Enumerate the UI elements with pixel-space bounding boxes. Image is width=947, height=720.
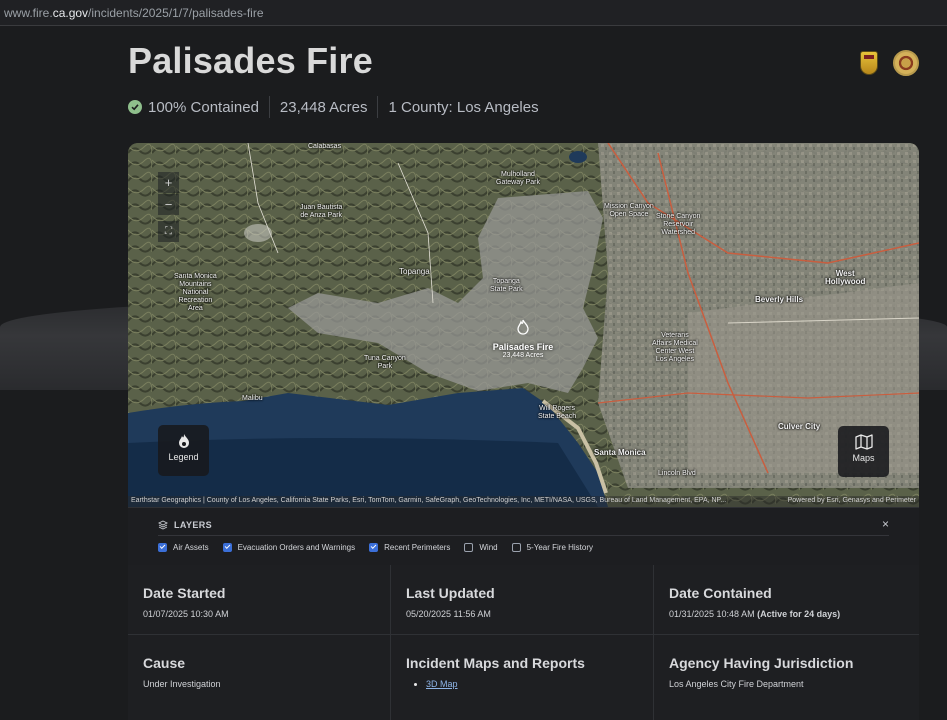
checkbox-recent-perimeters[interactable] xyxy=(369,543,379,552)
zoom-out-button[interactable]: − xyxy=(158,194,179,215)
maps-reports-cell: Incident Maps and Reports 3D Map xyxy=(391,635,654,720)
map-label: Culver City xyxy=(778,422,821,431)
maps-reports-list: 3D Map xyxy=(406,679,638,689)
url-text[interactable]: www.fire.ca.gov/incidents/2025/1/7/palis… xyxy=(4,6,264,20)
checkbox-wind[interactable] xyxy=(464,543,474,552)
agency-label: Agency Having Jurisdiction xyxy=(669,655,854,671)
layer-option-evacuation[interactable]: Evacuation Orders and Warnings xyxy=(222,543,356,552)
zoom-in-button[interactable]: + xyxy=(158,172,179,193)
incident-map[interactable]: Calabasas Mulholland Gateway Park Juan B… xyxy=(128,143,919,507)
map-label: Topanga xyxy=(399,267,430,276)
zoom-controls: + − ⛶ xyxy=(158,172,179,243)
flame-icon xyxy=(517,319,529,335)
layer-label: 5-Year Fire History xyxy=(526,543,593,552)
layer-label: Wind xyxy=(479,543,498,552)
map-label: Santa Monica xyxy=(594,448,646,457)
map-label: Lincoln Blvd xyxy=(658,470,696,477)
last-updated-value: 05/20/2025 11:56 AM xyxy=(406,609,491,619)
date-contained-label: Date Contained xyxy=(669,585,772,601)
checkbox-evacuation[interactable] xyxy=(222,543,232,552)
map-label: Calabasas xyxy=(308,143,342,150)
layer-label: Recent Perimeters xyxy=(384,543,451,552)
map-label: Santa Monica Mountains National Recreati… xyxy=(174,273,217,312)
maps-label: Maps xyxy=(852,453,875,463)
layers-title: LAYERS xyxy=(174,520,213,530)
stat-divider xyxy=(268,96,270,118)
map-label: Mission Canyon Open Space xyxy=(604,203,654,218)
list-item: 3D Map xyxy=(426,679,638,689)
maps-button[interactable]: Maps xyxy=(838,426,889,477)
incident-details: Date Started 01/07/2025 10:30 AM Last Up… xyxy=(128,565,919,720)
page-title: Palisades Fire xyxy=(128,40,373,81)
layers-header[interactable]: LAYERS xyxy=(158,520,212,530)
fullscreen-button[interactable]: ⛶ xyxy=(158,221,179,242)
date-started-label: Date Started xyxy=(143,585,226,601)
layer-option-fire-history[interactable]: 5-Year Fire History xyxy=(511,543,593,552)
stat-divider xyxy=(377,96,379,118)
last-updated-cell: Last Updated 05/20/2025 11:56 AM xyxy=(391,565,654,635)
date-started-cell: Date Started 01/07/2025 10:30 AM xyxy=(128,565,391,635)
map-label: Juan Bautista de Anza Park xyxy=(300,204,343,219)
map-label: Tuna Canyon Park xyxy=(364,355,406,370)
map-label: West Hollywood xyxy=(825,269,866,286)
fire-marker-acres: 23,448 Acres xyxy=(502,352,544,359)
layer-option-wind[interactable]: Wind xyxy=(464,543,498,552)
date-contained-cell: Date Contained 01/31/2025 10:48 AM (Acti… xyxy=(654,565,919,635)
layer-options: Air Assets Evacuation Orders and Warning… xyxy=(158,543,607,552)
maps-reports-label: Incident Maps and Reports xyxy=(406,655,585,671)
3d-map-link[interactable]: 3D Map xyxy=(426,679,458,689)
layer-label: Evacuation Orders and Warnings xyxy=(237,543,356,552)
layers-panel: LAYERS × Air Assets Evacuation Orders an… xyxy=(128,507,919,565)
fire-marker-name: Palisades Fire xyxy=(492,342,554,352)
date-contained-value-row: 01/31/2025 10:48 AM (Active for 24 days) xyxy=(669,609,904,619)
date-contained-value: 01/31/2025 10:48 AM xyxy=(669,609,755,619)
checkbox-fire-history[interactable] xyxy=(511,543,521,552)
map-label: Beverly Hills xyxy=(755,295,804,304)
incident-stats: 100% Contained 23,448 Acres 1 County: Lo… xyxy=(128,96,539,118)
cause-cell: Cause Under Investigation xyxy=(128,635,391,720)
agency-value: Los Angeles City Fire Department xyxy=(669,679,804,689)
flame-icon xyxy=(178,434,189,448)
layer-option-recent-perimeters[interactable]: Recent Perimeters xyxy=(369,543,450,552)
check-circle-icon xyxy=(128,100,142,114)
map-label: Malibu xyxy=(242,395,263,402)
checkbox-air-assets[interactable] xyxy=(158,543,167,552)
cause-label: Cause xyxy=(143,655,186,671)
map-label: Topanga State Park xyxy=(490,278,523,293)
map-label: Veterans Affairs Medical Center West Los… xyxy=(652,332,698,363)
state-seal-icon xyxy=(893,50,919,76)
close-layers-button[interactable]: × xyxy=(882,517,889,531)
layer-label: Air Assets xyxy=(173,543,209,552)
contained-status: 100% Contained xyxy=(148,98,259,116)
powered-by-text: Powered by Esri, Genasys and Perimeter xyxy=(787,497,916,504)
last-updated-label: Last Updated xyxy=(406,585,495,601)
map-label: Will Rogers State Beach xyxy=(538,405,577,420)
active-duration: (Active for 24 days) xyxy=(757,609,841,619)
layers-divider xyxy=(158,535,889,536)
calfire-badge-icon xyxy=(860,51,878,75)
map-label: Stone Canyon Reservoir Watershed xyxy=(656,213,701,236)
agency-cell: Agency Having Jurisdiction Los Angeles C… xyxy=(654,635,919,720)
date-started-value: 01/07/2025 10:30 AM xyxy=(143,609,229,619)
layer-option-air-assets[interactable]: Air Assets xyxy=(158,543,209,552)
browser-address-bar[interactable]: www.fire.ca.gov/incidents/2025/1/7/palis… xyxy=(0,0,947,26)
legend-label: Legend xyxy=(168,452,199,462)
map-attribution: Earthstar Geographics | County of Los An… xyxy=(128,496,919,507)
layers-icon xyxy=(158,520,168,530)
legend-button[interactable]: Legend xyxy=(158,425,209,476)
cause-value: Under Investigation xyxy=(143,679,221,689)
attribution-text: Earthstar Geographics | County of Los An… xyxy=(131,497,727,504)
acres-stat: 23,448 Acres xyxy=(279,98,368,116)
map-label: Mulholland Gateway Park xyxy=(496,171,540,186)
map-icon xyxy=(854,434,873,450)
fire-marker[interactable]: Palisades Fire 23,448 Acres xyxy=(488,319,558,359)
county-stat: 1 County: Los Angeles xyxy=(388,98,539,116)
